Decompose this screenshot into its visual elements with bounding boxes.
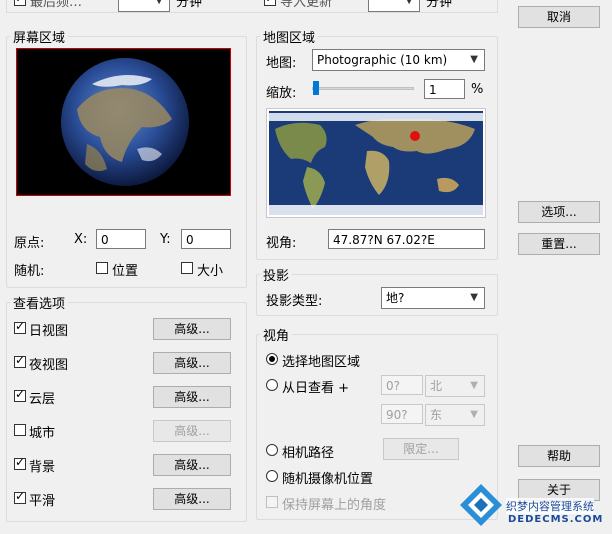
- day-view-checkbox[interactable]: [14, 319, 26, 334]
- zoom-slider[interactable]: [312, 81, 414, 95]
- options-button[interactable]: 选项...: [518, 201, 600, 223]
- reset-button[interactable]: 重置...: [518, 233, 600, 255]
- chevron-down-icon: ▼: [470, 54, 478, 65]
- sun-direction-1-value: 北: [430, 379, 443, 393]
- clouds-label: 云层: [29, 392, 56, 407]
- background-checkbox[interactable]: [14, 455, 26, 470]
- projection-type-value: 地?: [386, 291, 405, 305]
- chevron-down-icon: ▼: [470, 380, 478, 391]
- globe-preview-image: [61, 58, 189, 186]
- watermark-logo-icon: [460, 484, 502, 526]
- cities-label: 城市: [29, 426, 56, 441]
- smooth-label: 平滑: [29, 494, 56, 509]
- origin-y-input[interactable]: 0: [181, 229, 231, 249]
- night-view-checkbox[interactable]: [14, 353, 26, 368]
- sun-direction-1-select[interactable]: 北 ▼: [425, 375, 485, 397]
- sun-direction-2-value: 东: [430, 408, 443, 422]
- night-view-advanced-button[interactable]: 高级...: [153, 352, 231, 374]
- watermark-line2: DEDECMS.COM: [508, 514, 604, 525]
- view-options-title: 查看选项: [10, 293, 69, 312]
- night-view-label: 夜视图: [29, 358, 69, 373]
- sun-degree-1-input[interactable]: 0?: [381, 375, 423, 395]
- sun-degree-2-input[interactable]: 90?: [381, 404, 423, 424]
- viewpoint-random-label: 随机摄像机位置: [282, 472, 374, 487]
- projection-title: 投影: [260, 265, 293, 284]
- smooth-advanced-button[interactable]: 高级...: [153, 488, 231, 510]
- zoom-slider-thumb[interactable]: [313, 81, 319, 95]
- screen-preview[interactable]: [16, 48, 231, 196]
- viewpoint-title: 视角: [260, 325, 293, 344]
- origin-label: 原点:: [14, 236, 45, 251]
- random-label: 随机:: [14, 264, 45, 279]
- cities-advanced-button[interactable]: 高级...: [153, 420, 231, 442]
- keep-angle-checkbox[interactable]: [266, 496, 278, 508]
- zoom-slider-track: [312, 87, 414, 90]
- background-label: 背景: [29, 460, 56, 475]
- camera-limit-button[interactable]: 限定...: [383, 438, 459, 460]
- world-map-preview[interactable]: [266, 108, 486, 218]
- top-group-border: [6, 0, 498, 13]
- viewpoint-sun-label: 从日查看 +: [282, 381, 350, 396]
- viewpoint-random-radio[interactable]: [266, 470, 278, 482]
- map-select[interactable]: Photographic (10 km) ▼: [312, 49, 485, 71]
- random-position-checkbox[interactable]: [96, 262, 108, 274]
- sun-direction-2-select[interactable]: 东 ▼: [425, 404, 485, 426]
- watermark-line1: 织梦内容管理系统: [506, 498, 594, 514]
- y-label: Y:: [160, 232, 171, 247]
- viewpoint-sun-radio[interactable]: [266, 379, 278, 391]
- help-button[interactable]: 帮助: [518, 445, 600, 467]
- projection-type-select[interactable]: 地? ▼: [381, 287, 485, 309]
- map-location-marker[interactable]: [410, 131, 420, 141]
- smooth-checkbox[interactable]: [14, 489, 26, 504]
- background-advanced-button[interactable]: 高级...: [153, 454, 231, 476]
- viewpoint-camera-radio[interactable]: [266, 444, 278, 456]
- chevron-down-icon: ▼: [470, 409, 478, 420]
- viewpoint-camera-label: 相机路径: [282, 446, 335, 461]
- viewpoint-map-radio[interactable]: [266, 353, 278, 365]
- world-map-image: [269, 111, 483, 215]
- viewpoint-map-label: 选择地图区域: [282, 355, 361, 370]
- screen-area-title: 屏幕区域: [10, 27, 69, 46]
- x-label: X:: [74, 232, 88, 247]
- viewpoint-coordinates-input[interactable]: 47.87?N 67.02?E: [328, 229, 485, 249]
- random-size-label: 大小: [197, 264, 224, 279]
- map-select-value: Photographic (10 km): [317, 53, 448, 67]
- zoom-input[interactable]: 1: [424, 79, 465, 99]
- map-label: 地图:: [266, 56, 297, 71]
- map-area-title: 地图区域: [260, 27, 319, 46]
- chevron-down-icon: ▼: [470, 292, 478, 303]
- day-view-label: 日视图: [29, 324, 69, 339]
- watermark: 织梦内容管理系统 DEDECMS.COM: [458, 478, 608, 532]
- zoom-label: 缩放:: [266, 86, 297, 101]
- clouds-advanced-button[interactable]: 高级...: [153, 386, 231, 408]
- clouds-checkbox[interactable]: [14, 387, 26, 402]
- cities-checkbox[interactable]: [14, 424, 26, 436]
- keep-angle-label: 保持屏幕上的角度: [282, 498, 387, 513]
- cancel-button[interactable]: 取消: [518, 6, 600, 28]
- zoom-unit: %: [471, 82, 484, 97]
- day-view-advanced-button[interactable]: 高级...: [153, 318, 231, 340]
- random-size-checkbox[interactable]: [181, 262, 193, 274]
- random-position-label: 位置: [112, 264, 139, 279]
- viewpoint-label: 视角:: [266, 236, 297, 251]
- projection-type-label: 投影类型:: [266, 294, 323, 309]
- origin-x-input[interactable]: 0: [96, 229, 146, 249]
